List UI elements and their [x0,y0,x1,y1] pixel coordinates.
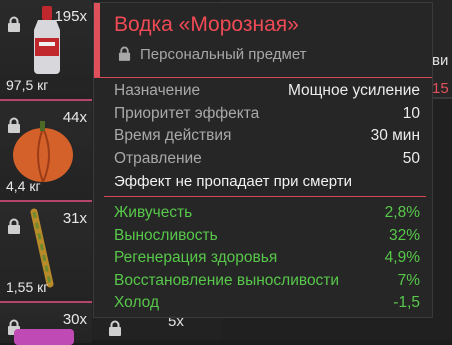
stat-row: Приоритет эффекта 10 [114,105,420,128]
partial-label: ви [432,52,449,69]
effect-row: Холод -1,5 [114,294,420,317]
item-count: 195x [54,8,87,25]
inventory-slot[interactable]: 195x 97,5 кг [0,0,92,101]
effect-note: Эффект не пропадает при смерти [114,173,353,190]
item-count: 44x [62,109,87,126]
inventory-slot[interactable]: 30x [0,303,92,345]
inventory-slot[interactable]: 44x 4,4 кг [0,101,92,202]
stat-value: 10 [402,104,420,122]
stat-row: Время действия 30 мин [114,127,420,150]
effect-row: Выносливость 32% [114,227,420,250]
effect-row: Регенерация здоровья 4,9% [114,249,420,272]
item-weight: 97,5 кг [6,77,49,93]
effect-value: 4,9% [384,249,420,266]
effect-value: -1,5 [393,294,420,311]
effect-value: 2,8% [384,204,420,221]
stick-item-icon [30,208,54,288]
item-tooltip: Водка «Морозная» Персональный предмет На… [93,2,433,318]
effect-value: 32% [388,226,420,244]
pink-item-icon [14,329,74,345]
stat-value: Мощное усиление [287,82,420,99]
effect-row: Восстановление выносливости 7% [114,272,420,295]
inventory-slot[interactable]: 31x 1,55 кг [0,202,92,303]
item-weight: 4,4 кг [6,178,41,194]
stat-label: Приоритет эффекта [114,104,260,122]
lock-icon [8,218,20,234]
effect-label: Восстановление выносливости [114,271,340,289]
effect-label: Живучесть [114,204,193,221]
stat-label: Время действия [114,127,232,144]
lock-icon [118,46,131,61]
tooltip-subtitle: Персональный предмет [140,46,307,63]
lock-icon [8,16,20,32]
stats-list: Назначение Мощное усиление Приоритет эфф… [114,82,420,172]
tooltip-title: Водка «Морозная» [114,13,299,36]
item-weight: 1,55 кг [6,279,49,295]
stat-value: 50 [402,149,420,167]
partial-number: 15 [432,80,449,97]
item-count: 30x [62,311,87,328]
effect-row: Живучесть 2,8% [114,204,420,227]
stat-label: Отравление [114,149,202,167]
stat-row: Отравление 50 [114,150,420,173]
stat-value: 30 мин [370,127,420,144]
effects-list: Живучесть 2,8% Выносливость 32% Регенера… [114,204,420,317]
tooltip-accent-bar [94,3,100,77]
effect-label: Холод [114,294,159,311]
lock-icon [109,320,121,336]
effect-label: Регенерация здоровья [114,249,278,266]
stat-label: Назначение [114,82,201,99]
stat-row: Назначение Мощное усиление [114,82,420,105]
item-count: 31x [62,210,87,227]
divider [104,196,426,197]
effect-label: Выносливость [114,226,218,244]
effect-value: 7% [397,271,420,289]
